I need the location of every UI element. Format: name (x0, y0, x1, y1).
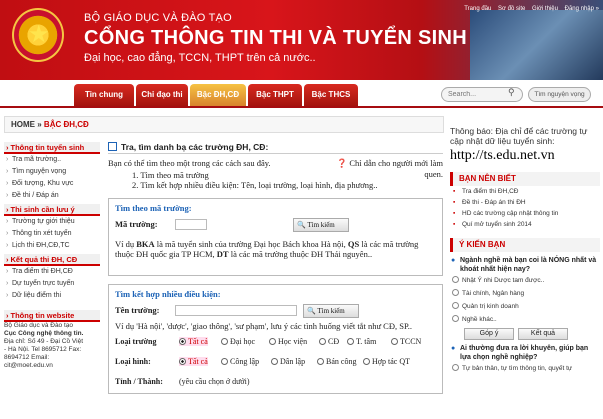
form-public-radio[interactable]: Công lập (221, 357, 259, 366)
intro-text: Bạn có thể tìm theo một trong các cách s… (108, 158, 271, 168)
sidebar: Thông tin tuyển sinh Tra mã trường.. Tìm… (4, 140, 100, 370)
school-code-input[interactable] (175, 219, 207, 230)
should-know-item-regulation[interactable]: Quí mở tuyển sinh 2014 (450, 219, 600, 230)
search-by-code-example: Ví dụ BKA là mã tuyển sinh của trường Đạ… (115, 239, 419, 259)
poll-option-3[interactable]: Quản trị kinh doanh (450, 300, 600, 313)
top-links: Trang đầu Sơ đồ site Giới thiệu Đăng nhậ… (459, 6, 599, 12)
header-photo (470, 10, 603, 80)
should-know-item-scores[interactable]: Tra điểm thi ĐH,CĐ (450, 186, 600, 197)
question-icon: ❓ (336, 158, 348, 168)
breadcrumb: HOME » BẬC ĐH,CĐ (4, 116, 444, 133)
breadcrumb-home[interactable]: HOME (11, 120, 35, 129)
sidebar-header-results[interactable]: Kết quả thi ĐH, CĐ (4, 254, 100, 266)
poll-option-1[interactable]: Nhật Ý nhi Dược tam được.. (450, 274, 600, 287)
type-academy-radio[interactable]: Học viện (269, 337, 307, 346)
link-about[interactable]: Giới thiệu (532, 6, 558, 12)
results-button[interactable]: Kết quả (518, 328, 568, 340)
poll-question: Ngành nghề mà bạn coi là NÓNG nhất và kh… (450, 256, 600, 274)
should-know-item-update-guide[interactable]: HD các trường cập nhật thông tin (450, 208, 600, 219)
poll-option-2[interactable]: Tài chính, Ngân hàng (450, 287, 600, 300)
school-code-label: Mã trường: (115, 219, 158, 229)
combined-search-heading: Tìm kết hợp nhiều điều kiện: (115, 289, 221, 299)
main-nav: Tin chung Chỉ đạo thi Bậc ĐH,CĐ Bậc THPT… (0, 80, 603, 108)
school-type-group: Loại trường Tất cả Đại học Học viện CĐ T… (115, 337, 436, 351)
sidebar-item-online-apply[interactable]: Dự tuyển trực tuyến (4, 278, 100, 290)
sidebar-item-score-lookup[interactable]: Tra điểm thi ĐH,CĐ (4, 266, 100, 278)
form-semipublic-radio[interactable]: Bán công (317, 357, 356, 366)
main-content: Tra, tìm danh bạ các trường ĐH, CĐ: Bạn … (108, 140, 443, 394)
find-aspiration-button[interactable]: Tìm nguyện vọng (528, 87, 591, 102)
combined-search-panel: Tìm kết hợp nhiều điều kiện: Tên trường:… (108, 284, 443, 394)
sidebar-item-exam-answers[interactable]: Đề thi / Đáp án (4, 190, 100, 202)
poll-question-2: Ai thường đưa ra lời khuyên, giúp bạn lự… (450, 344, 600, 362)
search-icon[interactable]: ⚲ (508, 87, 515, 98)
link-home[interactable]: Trang đầu (464, 6, 491, 12)
sidebar-item-admission-info[interactable]: Thông tin xét tuyển (4, 228, 100, 240)
school-form-label: Loại hình: (115, 357, 151, 366)
tab-bac-dh-cd[interactable]: Bậc ĐH,CĐ (190, 84, 246, 106)
should-know-header: BẠN NÊN BIẾT (450, 172, 600, 186)
school-form-group: Loại hình: Tất cả Công lập Dân lập Bán c… (115, 357, 436, 371)
sidebar-item-score-data[interactable]: Dữ liệu điểm thi (4, 290, 100, 302)
combined-search-button[interactable]: 🔍 Tìm kiếm (303, 304, 359, 318)
should-know-item-exams[interactable]: Đề thi - Đáp án thi ĐH (450, 197, 600, 208)
school-name-input[interactable] (175, 305, 297, 316)
ministry-name: BỘ GIÁO DỤC VÀ ĐÀO TẠO (84, 12, 232, 24)
tab-tin-chung[interactable]: Tin chung (74, 84, 134, 106)
tab-chi-dao-thi[interactable]: Chỉ đạo thi (136, 84, 188, 106)
combined-search-example: Ví dụ 'Hà nội', 'dược', 'giao thông', 's… (115, 321, 412, 331)
page-title: Tra, tìm danh bạ các trường ĐH, CĐ: (108, 140, 443, 154)
breadcrumb-sep: » (37, 120, 42, 129)
type-all-radio[interactable]: Tất cả (179, 337, 208, 346)
form-icon (108, 142, 117, 151)
province-note: (yêu cầu chọn ở dưới) (179, 377, 250, 386)
sidebar-item-aspiration[interactable]: Tìm nguyện vọng (4, 166, 100, 178)
sidebar-header-website: Thông tin website (4, 310, 100, 322)
school-type-label: Loại trường (115, 337, 157, 346)
province-row: Tỉnh / Thành: (yêu cầu chọn ở dưới) (115, 377, 436, 391)
type-tccn-radio[interactable]: TCCN (391, 337, 421, 346)
sidebar-item-school-code[interactable]: Tra mã trường.. (4, 154, 100, 166)
search-icon: 🔍 (307, 307, 316, 315)
tab-bac-thcs[interactable]: Bậc THCS (304, 84, 358, 106)
province-label: Tỉnh / Thành: (115, 377, 163, 386)
form-all-radio[interactable]: Tất cả (179, 357, 208, 366)
vote-button[interactable]: Góp ý (464, 328, 514, 340)
site-header: BỘ GIÁO DỤC VÀ ĐÀO TẠO CỔNG THÔNG TIN TH… (0, 0, 603, 80)
link-sitemap[interactable]: Sơ đồ site (498, 6, 525, 12)
sidebar-item-school-intro[interactable]: Trường tự giới thiệu (4, 216, 100, 228)
sidebar-item-region[interactable]: Đối tượng, Khu vực (4, 178, 100, 190)
poll2-option-1[interactable]: Tự bản thân, tự tìm thông tin, quyết tự (450, 362, 600, 375)
sidebar-header-notes[interactable]: Thi sinh cần lưu ý (4, 204, 100, 216)
form-intl-radio[interactable]: Hợp tác QT (363, 357, 410, 366)
tab-bac-thpt[interactable]: Bậc THPT (248, 84, 302, 106)
search-by-code-panel: Tìm theo mã trường: Mã trường: 🔍 Tìm kiế… (108, 198, 443, 276)
portal-title: CỔNG THÔNG TIN THI VÀ TUYỂN SINH (84, 27, 467, 49)
update-url-link[interactable]: http://ts.edu.net.vn (450, 148, 600, 164)
beginner-guide-link[interactable]: ❓ Chỉ dẫn cho người mới làm quen. (323, 158, 443, 179)
website-info: Bộ Giáo dục và Đào tạo Cục Công nghệ thô… (4, 322, 84, 369)
type-college-radio[interactable]: CĐ (319, 337, 339, 346)
school-name-label: Tên trường: (115, 305, 160, 315)
search-icon: 🔍 (297, 221, 306, 229)
type-university-radio[interactable]: Đại học (221, 337, 255, 346)
update-notice: Thông báo: Địa chỉ để các trường tự cập … (450, 126, 588, 146)
breadcrumb-current: BẬC ĐH,CĐ (43, 120, 89, 129)
right-column: Thông báo: Địa chỉ để các trường tự cập … (450, 126, 600, 375)
search-by-code-button[interactable]: 🔍 Tìm kiếm (293, 218, 349, 232)
national-emblem-icon (12, 8, 64, 62)
search-by-code-heading: Tìm theo mã trường: (115, 203, 192, 213)
form-private-radio[interactable]: Dân lập (271, 357, 305, 366)
poll-option-4[interactable]: Nghề khác.. (450, 313, 600, 326)
portal-tagline: Đại học, cao đẳng, TCCN, THPT trên cả nư… (84, 52, 316, 64)
type-center-radio[interactable]: T. tâm (347, 337, 376, 346)
sidebar-header-admissions[interactable]: Thông tin tuyển sinh (4, 142, 100, 154)
opinion-header: Ý KIẾN BẠN (450, 238, 600, 252)
sidebar-item-exam-schedule[interactable]: Lịch thi ĐH,CĐ,TC (4, 240, 100, 252)
link-login[interactable]: Đăng nhập » (565, 6, 599, 12)
